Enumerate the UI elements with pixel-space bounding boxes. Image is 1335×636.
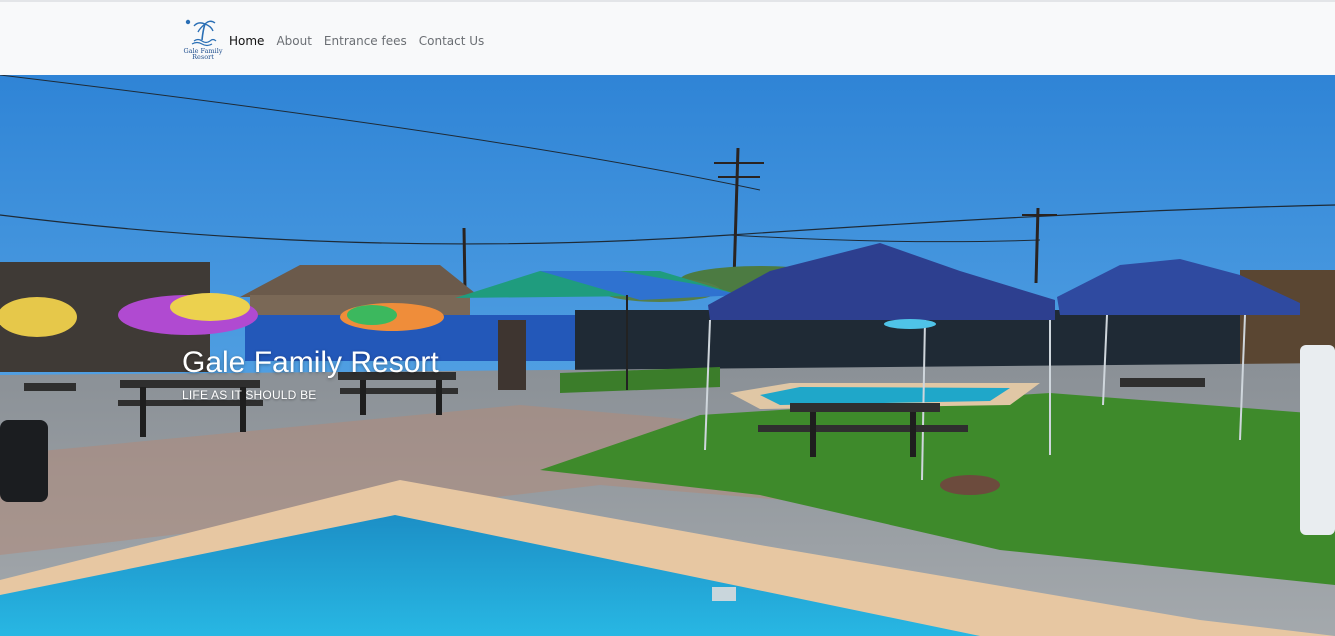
main-nav: Home About Entrance fees Contact Us [229,34,496,48]
nav-about[interactable]: About [276,34,311,48]
hero-banner: Gale Family Resort LIFE AS IT SHOULD BE [0,75,1335,636]
nav-entrance-fees[interactable]: Entrance fees [324,34,407,48]
top-navbar: Gale Family Resort Home About Entrance f… [0,0,1335,75]
svg-text:Resort: Resort [192,53,214,61]
nav-home[interactable]: Home [229,34,264,48]
hero-title: Gale Family Resort [182,346,439,379]
nav-contact-us[interactable]: Contact Us [419,34,485,48]
brand-logo[interactable]: Gale Family Resort [182,16,224,62]
palm-tree-icon: Gale Family Resort [184,19,223,61]
hero-subtitle: LIFE AS IT SHOULD BE [182,388,317,402]
